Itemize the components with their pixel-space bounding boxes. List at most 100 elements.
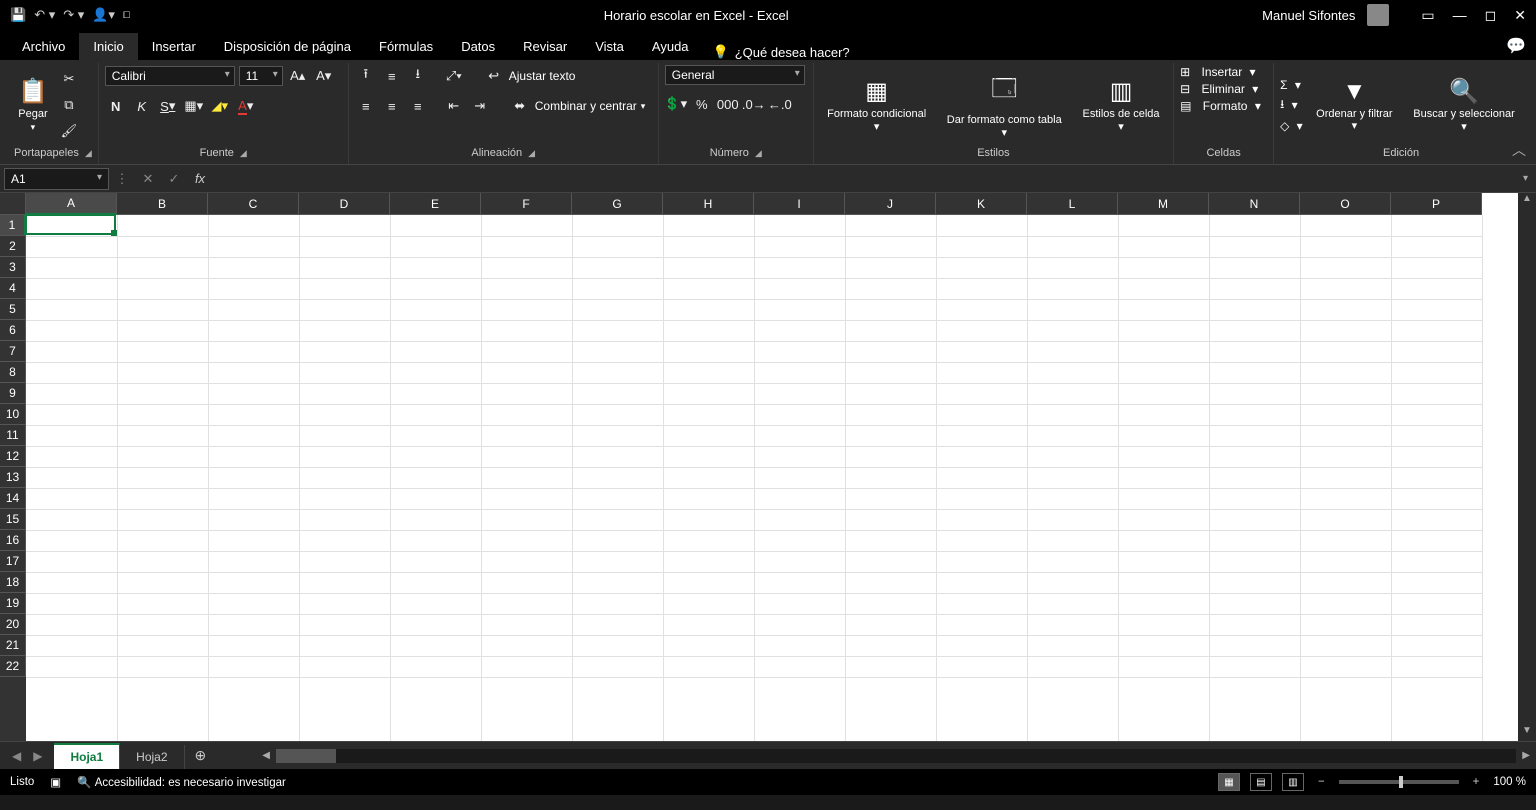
tab-vista[interactable]: Vista: [581, 33, 638, 60]
column-header-D[interactable]: D: [299, 193, 390, 215]
wrap-text-label[interactable]: Ajustar texto: [509, 69, 576, 83]
zoom-out-icon[interactable]: −: [1314, 776, 1329, 788]
column-header-O[interactable]: O: [1300, 193, 1391, 215]
tab-revisar[interactable]: Revisar: [509, 33, 581, 60]
scroll-right-icon[interactable]: ▶: [1516, 750, 1536, 761]
delete-cells-button[interactable]: ⊟ Eliminar ▾: [1180, 82, 1258, 96]
column-header-M[interactable]: M: [1118, 193, 1209, 215]
page-layout-view-icon[interactable]: ▤: [1250, 773, 1272, 791]
chevron-down-icon[interactable]: ▾: [641, 101, 646, 112]
increase-indent-icon[interactable]: ⇥: [469, 95, 491, 117]
normal-view-icon[interactable]: ▦: [1218, 773, 1240, 791]
row-header-18[interactable]: 18: [0, 572, 26, 593]
column-header-N[interactable]: N: [1209, 193, 1300, 215]
enter-formula-icon[interactable]: ✓: [161, 171, 187, 187]
accounting-format-icon[interactable]: 💲▾: [665, 93, 687, 115]
row-header-21[interactable]: 21: [0, 635, 26, 656]
user-icon[interactable]: 👤▾: [92, 7, 115, 23]
column-header-P[interactable]: P: [1391, 193, 1482, 215]
row-header-16[interactable]: 16: [0, 530, 26, 551]
maximize-icon[interactable]: ◻: [1485, 7, 1497, 24]
fill-color-icon[interactable]: ◢▾: [209, 95, 231, 117]
row-header-17[interactable]: 17: [0, 551, 26, 572]
dialog-launcher-icon[interactable]: ◢: [85, 148, 92, 159]
row-header-1[interactable]: 1: [0, 215, 26, 236]
align-right-icon[interactable]: ≡: [407, 95, 429, 117]
scroll-down-icon[interactable]: ▼: [1518, 725, 1536, 741]
sheet-tab-hoja2[interactable]: Hoja2: [120, 745, 184, 769]
row-header-20[interactable]: 20: [0, 614, 26, 635]
row-header-7[interactable]: 7: [0, 341, 26, 362]
merge-label[interactable]: Combinar y centrar: [535, 99, 637, 113]
page-break-view-icon[interactable]: ▥: [1282, 773, 1304, 791]
column-header-C[interactable]: C: [208, 193, 299, 215]
column-header-A[interactable]: A: [26, 193, 117, 215]
column-header-E[interactable]: E: [390, 193, 481, 215]
save-icon[interactable]: 💾: [10, 7, 26, 23]
align-left-icon[interactable]: ≡: [355, 95, 377, 117]
vertical-scrollbar[interactable]: ▲ ▼: [1518, 193, 1536, 741]
scroll-left-icon[interactable]: ◀: [256, 750, 276, 761]
tab-inicio[interactable]: Inicio: [79, 33, 137, 60]
ribbon-display-icon[interactable]: ▭: [1421, 7, 1434, 24]
row-header-19[interactable]: 19: [0, 593, 26, 614]
row-header-14[interactable]: 14: [0, 488, 26, 509]
align-middle-icon[interactable]: ≡: [381, 65, 403, 87]
comma-format-icon[interactable]: 000: [717, 93, 739, 115]
find-select-button[interactable]: 🔍 Buscar y seleccionar ▾: [1406, 77, 1522, 132]
undo-icon[interactable]: ↶ ▾: [34, 7, 55, 23]
minimize-icon[interactable]: —: [1453, 7, 1467, 24]
fill-button[interactable]: ⭳ ▾: [1280, 95, 1303, 116]
sheet-next-icon[interactable]: ▶: [29, 749, 46, 763]
qat-customize-icon[interactable]: ⧠: [123, 10, 130, 21]
column-header-B[interactable]: B: [117, 193, 208, 215]
cancel-formula-icon[interactable]: ✕: [135, 171, 161, 187]
zoom-slider[interactable]: [1339, 780, 1459, 784]
accessibility-status[interactable]: 🔍 Accesibilidad: es necesario investigar: [77, 775, 286, 789]
select-all-button[interactable]: [0, 193, 26, 215]
redo-icon[interactable]: ↷ ▾: [63, 7, 84, 23]
avatar[interactable]: [1367, 4, 1389, 26]
name-box[interactable]: A1: [4, 168, 109, 190]
column-header-F[interactable]: F: [481, 193, 572, 215]
row-header-10[interactable]: 10: [0, 404, 26, 425]
cut-icon[interactable]: ✂: [58, 68, 80, 90]
scroll-up-icon[interactable]: ▲: [1518, 193, 1536, 209]
zoom-level[interactable]: 100 %: [1493, 776, 1526, 788]
tab-insertar[interactable]: Insertar: [138, 33, 210, 60]
decrease-decimal-icon[interactable]: ←.0: [769, 93, 791, 115]
tab-datos[interactable]: Datos: [447, 33, 509, 60]
dialog-launcher-icon[interactable]: ◢: [755, 148, 762, 159]
font-color-icon[interactable]: A▾: [235, 95, 257, 117]
row-header-9[interactable]: 9: [0, 383, 26, 404]
row-header-2[interactable]: 2: [0, 236, 26, 257]
spreadsheet-cells[interactable]: [26, 215, 1518, 741]
bold-button[interactable]: N: [105, 95, 127, 117]
add-sheet-icon[interactable]: ⊕: [185, 742, 217, 769]
sort-filter-button[interactable]: ▼ Ordenar y filtrar ▾: [1309, 78, 1400, 132]
sheet-prev-icon[interactable]: ◀: [8, 749, 25, 763]
format-painter-icon[interactable]: 🖌: [58, 120, 80, 142]
insert-function-icon[interactable]: fx: [187, 171, 213, 186]
copy-icon[interactable]: ⧉: [58, 94, 80, 116]
macro-record-icon[interactable]: ▣: [50, 775, 61, 789]
horizontal-scrollbar[interactable]: ◀ ▶: [256, 749, 1536, 763]
column-header-J[interactable]: J: [845, 193, 936, 215]
paste-button[interactable]: 📋 Pegar ▾: [14, 77, 52, 133]
format-cells-button[interactable]: ▤ Formato ▾: [1180, 99, 1261, 113]
decrease-indent-icon[interactable]: ⇤: [443, 95, 465, 117]
dialog-launcher-icon[interactable]: ◢: [240, 148, 247, 159]
italic-button[interactable]: K: [131, 95, 153, 117]
increase-decimal-icon[interactable]: .0→: [743, 93, 765, 115]
align-top-icon[interactable]: ⭱: [355, 65, 377, 87]
tell-me-search[interactable]: 💡 ¿Qué desea hacer?: [713, 44, 850, 60]
insert-cells-button[interactable]: ⊞ Insertar ▾: [1180, 65, 1255, 79]
orientation-icon[interactable]: ⤢▾: [443, 65, 465, 87]
tab-disposicion[interactable]: Disposición de página: [210, 33, 365, 60]
expand-formula-bar-icon[interactable]: ▾: [1515, 173, 1536, 184]
share-icon[interactable]: 💬: [1506, 36, 1526, 56]
tab-ayuda[interactable]: Ayuda: [638, 33, 703, 60]
merge-icon[interactable]: ⬌: [509, 95, 531, 117]
number-format-combo[interactable]: General: [665, 65, 805, 85]
wrap-text-icon[interactable]: ↩: [483, 65, 505, 87]
